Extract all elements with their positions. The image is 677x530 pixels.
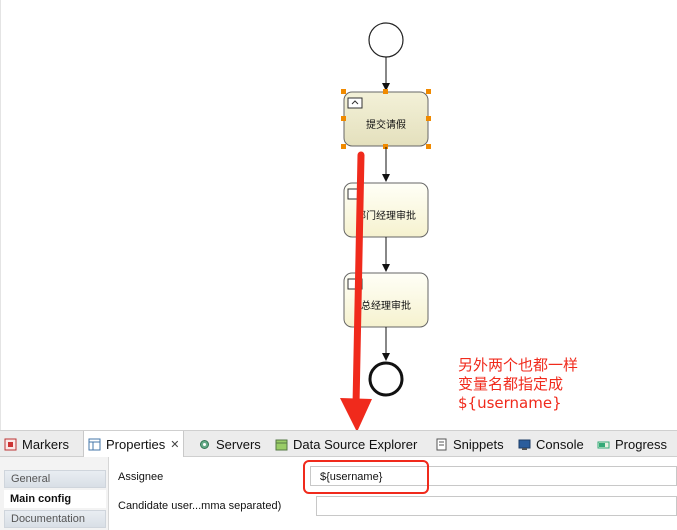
properties-icon	[88, 438, 101, 451]
tab-properties[interactable]: Properties ✕	[83, 431, 185, 457]
tab-console-label: Console	[536, 436, 584, 452]
task-submit-leave[interactable]: 提交请假	[341, 89, 431, 149]
close-icon[interactable]: ✕	[170, 438, 179, 451]
progress-icon	[597, 438, 610, 451]
sidebar-item-main-config[interactable]: Main config	[4, 490, 106, 508]
tab-servers-label: Servers	[216, 436, 261, 452]
task1-label: 提交请假	[366, 118, 406, 131]
sidebar-item-general[interactable]: General	[4, 470, 106, 488]
sidebar-item-label: Main config	[10, 493, 72, 505]
tab-snippets[interactable]: Snippets	[435, 431, 504, 457]
properties-panel: General Main config Documentation Assign…	[0, 457, 677, 530]
candidate-users-label: Candidate user...mma separated)	[118, 500, 282, 512]
view-tab-bar: Markers Properties ✕ Servers Data Source…	[0, 430, 677, 457]
tab-properties-label: Properties	[106, 436, 166, 452]
snippets-icon	[435, 438, 448, 451]
task3-label: 总经理审批	[361, 299, 411, 312]
data-source-icon	[275, 438, 288, 451]
tab-markers-label: Markers	[22, 436, 69, 452]
user-task-icon	[347, 97, 363, 109]
tab-data-source-label: Data Source Explorer	[293, 436, 418, 452]
task2-label: 部门经理审批	[356, 209, 416, 222]
tab-console[interactable]: Console	[518, 431, 584, 457]
markers-icon	[4, 438, 17, 451]
tab-data-source-explorer[interactable]: Data Source Explorer	[275, 431, 417, 457]
end-event	[368, 361, 404, 397]
candidate-users-field[interactable]	[316, 496, 677, 516]
annotation-line-3: ${username}	[458, 394, 562, 412]
tab-servers[interactable]: Servers	[198, 431, 261, 457]
start-event	[368, 22, 404, 58]
tab-snippets-label: Snippets	[453, 436, 504, 452]
servers-icon	[198, 438, 211, 451]
assignee-label: Assignee	[118, 471, 164, 483]
sidebar-item-label: General	[11, 473, 51, 485]
sidebar-item-documentation[interactable]: Documentation	[4, 510, 106, 528]
properties-sidebar: General Main config Documentation	[0, 457, 109, 530]
tab-progress[interactable]: Progress	[597, 431, 667, 457]
tab-progress-label: Progress	[615, 436, 668, 452]
annotation-line-2: 变量名都指定成	[458, 375, 564, 393]
annotation-line-1: 另外两个也都一样	[458, 356, 579, 374]
highlight-box	[303, 460, 429, 494]
annotation-text: 另外两个也都一样 变量名都指定成 ${username}	[458, 356, 578, 413]
tab-markers[interactable]: Markers	[4, 431, 69, 457]
sidebar-item-label: Documentation	[11, 513, 85, 525]
console-icon	[518, 438, 531, 451]
